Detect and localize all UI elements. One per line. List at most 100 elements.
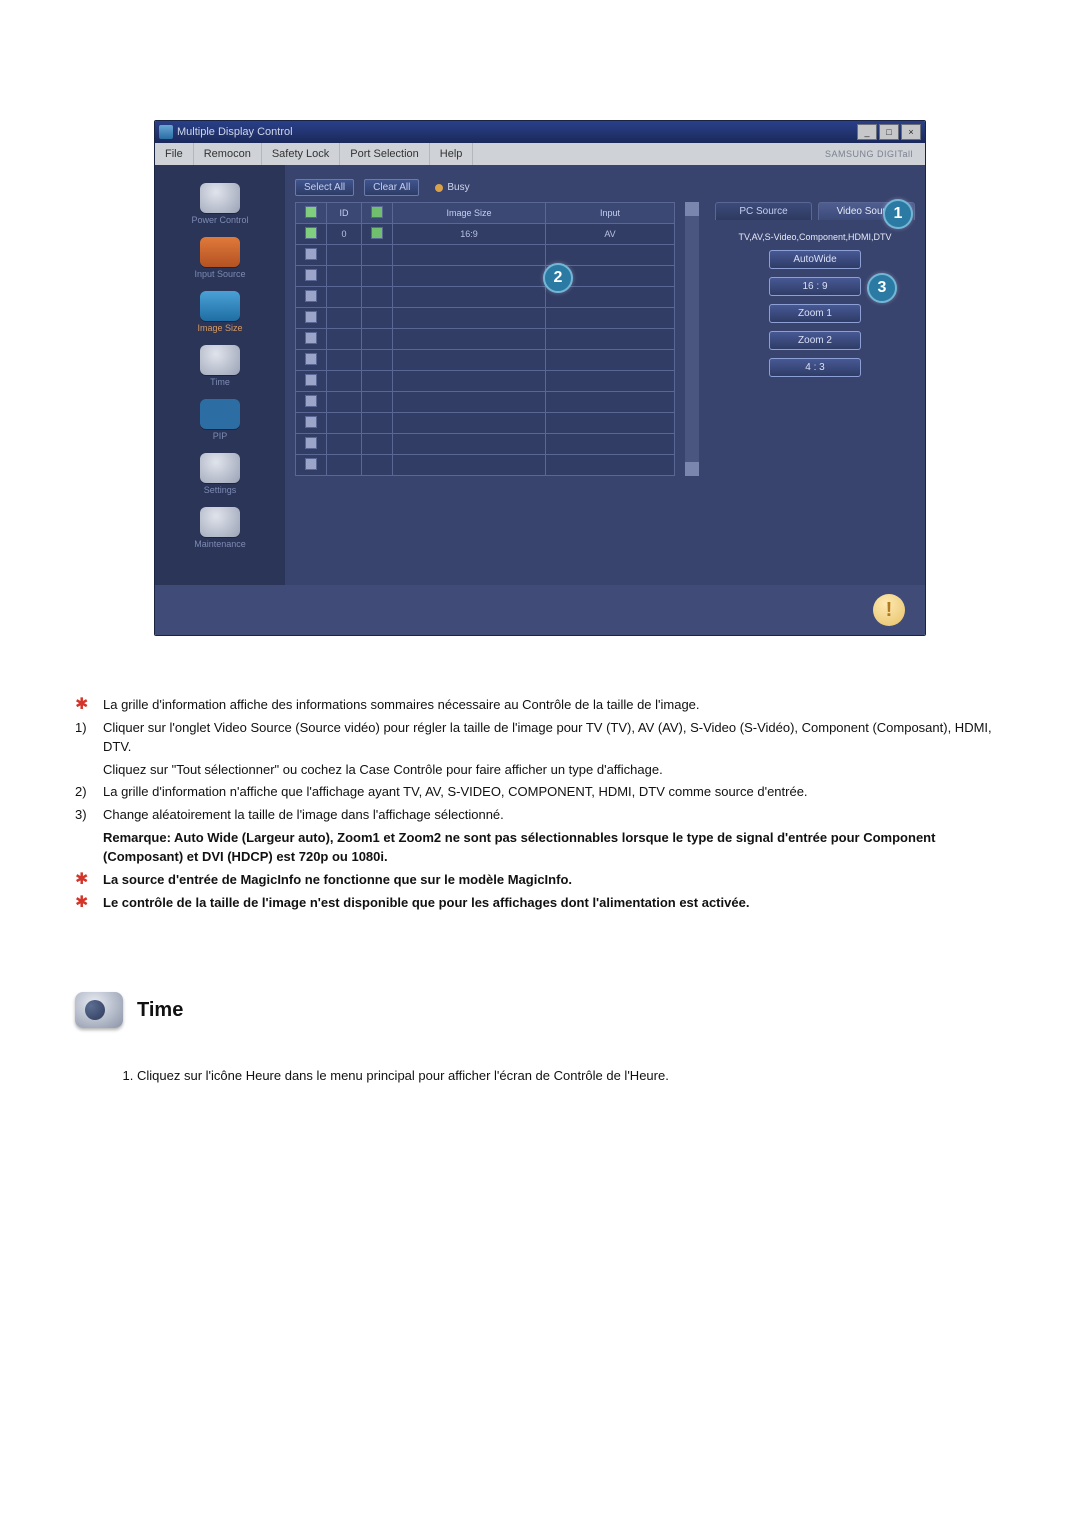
star-icon: ✱ [75, 871, 103, 889]
note-remark: Remarque: Auto Wide (Largeur auto), Zoom… [103, 829, 1005, 867]
row-checkbox-icon[interactable] [305, 374, 317, 386]
app-window: Multiple Display Control _ □ × File Remo… [154, 120, 926, 636]
callout-2-icon: 2 [543, 263, 573, 293]
grid-scrollbar[interactable] [685, 202, 699, 476]
table-row[interactable] [296, 434, 675, 455]
note-text: La grille d'information n'affiche que l'… [103, 783, 808, 802]
row-checkbox-icon[interactable] [305, 290, 317, 302]
brand-label: SAMSUNG DIGITall [825, 149, 925, 159]
table-row[interactable] [296, 287, 675, 308]
row-checkbox-icon[interactable] [305, 395, 317, 407]
note-text: La grille d'information affiche des info… [103, 696, 700, 715]
select-all-button[interactable]: Select All [295, 179, 354, 196]
num-3: 3) [75, 806, 103, 825]
header-status-icon [371, 206, 383, 218]
right-panel: PC Source Video Source TV,AV,S-Video,Com… [709, 202, 915, 476]
note-text: Cliquez sur "Tout sélectionner" ou coche… [103, 761, 1005, 780]
cell-size: 16:9 [393, 224, 546, 245]
sidebar-item-maintenance[interactable]: Maintenance [155, 507, 285, 549]
sidebar-item-label: Settings [204, 485, 237, 495]
time-steps: Cliquez sur l'icône Heure dans le menu p… [97, 1068, 1005, 1083]
sidebar-item-input-source[interactable]: Input Source [155, 237, 285, 279]
table-row[interactable] [296, 308, 675, 329]
size-16-9-button[interactable]: 16 : 9 [769, 277, 861, 296]
busy-label: Busy [447, 182, 469, 193]
row-checkbox-icon[interactable] [305, 332, 317, 344]
maintenance-icon [200, 507, 240, 537]
time-icon [200, 345, 240, 375]
sidebar-item-power-control[interactable]: Power Control [155, 183, 285, 225]
tab-pc-source[interactable]: PC Source [715, 202, 812, 220]
alert-icon: ! [873, 594, 905, 626]
display-grid: ID Image Size Input 0 16:9 AV [295, 202, 675, 476]
table-row[interactable] [296, 329, 675, 350]
row-checkbox-icon[interactable] [305, 269, 317, 281]
maximize-button[interactable]: □ [879, 124, 899, 140]
menu-safety-lock[interactable]: Safety Lock [262, 143, 340, 165]
sidebar-item-label: Maintenance [194, 539, 246, 549]
col-input: Input [546, 203, 675, 224]
minimize-button[interactable]: _ [857, 124, 877, 140]
window-title: Multiple Display Control [177, 126, 293, 138]
scroll-down-button[interactable] [685, 462, 699, 476]
status-bar: ! [155, 585, 925, 635]
sidebar: Power Control Input Source Image Size Ti… [155, 165, 285, 585]
sidebar-item-label: Image Size [197, 323, 242, 333]
size-autowide-button[interactable]: AutoWide [769, 250, 861, 269]
table-row[interactable] [296, 245, 675, 266]
callout-1-icon: 1 [883, 199, 913, 229]
sidebar-item-image-size[interactable]: Image Size [155, 291, 285, 333]
row-checkbox-icon[interactable] [305, 311, 317, 323]
table-row[interactable] [296, 413, 675, 434]
row-checkbox-icon[interactable] [305, 437, 317, 449]
modes-title: TV,AV,S-Video,Component,HDMI,DTV [715, 232, 915, 242]
main-pane: Select All Clear All Busy ID [285, 165, 925, 585]
pip-icon [200, 399, 240, 429]
table-row[interactable] [296, 455, 675, 476]
table-row[interactable] [296, 371, 675, 392]
menu-remocon[interactable]: Remocon [194, 143, 262, 165]
busy-indicator: Busy [435, 182, 469, 193]
table-row[interactable]: 0 16:9 AV [296, 224, 675, 245]
row-checkbox-icon[interactable] [305, 416, 317, 428]
title-bar: Multiple Display Control _ □ × [155, 121, 925, 143]
clear-all-button[interactable]: Clear All [364, 179, 419, 196]
sidebar-item-time[interactable]: Time [155, 345, 285, 387]
table-row[interactable] [296, 350, 675, 371]
menu-port-selection[interactable]: Port Selection [340, 143, 429, 165]
note-text: La source d'entrée de MagicInfo ne fonct… [103, 871, 572, 890]
sidebar-item-pip[interactable]: PIP [155, 399, 285, 441]
note-text: Change aléatoirement la taille de l'imag… [103, 806, 504, 825]
cell-id: 0 [327, 224, 362, 245]
num-1: 1) [75, 719, 103, 738]
table-row[interactable] [296, 392, 675, 413]
close-button[interactable]: × [901, 124, 921, 140]
note-text: Cliquer sur l'onglet Video Source (Sourc… [103, 719, 1005, 757]
row-checkbox-icon[interactable] [305, 227, 317, 239]
scroll-up-button[interactable] [685, 202, 699, 216]
menu-file[interactable]: File [155, 143, 194, 165]
power-icon [200, 183, 240, 213]
settings-icon [200, 453, 240, 483]
table-row[interactable] [296, 266, 675, 287]
row-checkbox-icon[interactable] [305, 353, 317, 365]
time-heading-icon [75, 992, 123, 1028]
sidebar-item-settings[interactable]: Settings [155, 453, 285, 495]
menu-help[interactable]: Help [430, 143, 474, 165]
size-zoom1-button[interactable]: Zoom 1 [769, 304, 861, 323]
col-image-size: Image Size [393, 203, 546, 224]
row-checkbox-icon[interactable] [305, 248, 317, 260]
size-4-3-button[interactable]: 4 : 3 [769, 358, 861, 377]
grid-header-row: ID Image Size Input [296, 203, 675, 224]
header-checkbox-icon[interactable] [305, 206, 317, 218]
callout-3-icon: 3 [867, 273, 897, 303]
note-text: Le contrôle de la taille de l'image n'es… [103, 894, 749, 913]
input-source-icon [200, 237, 240, 267]
row-checkbox-icon[interactable] [305, 458, 317, 470]
notes-section: ✱ La grille d'information affiche des in… [75, 696, 1005, 912]
star-icon: ✱ [75, 894, 103, 912]
size-zoom2-button[interactable]: Zoom 2 [769, 331, 861, 350]
col-id: ID [327, 203, 362, 224]
app-icon [159, 125, 173, 139]
time-heading-label: Time [137, 999, 183, 1022]
